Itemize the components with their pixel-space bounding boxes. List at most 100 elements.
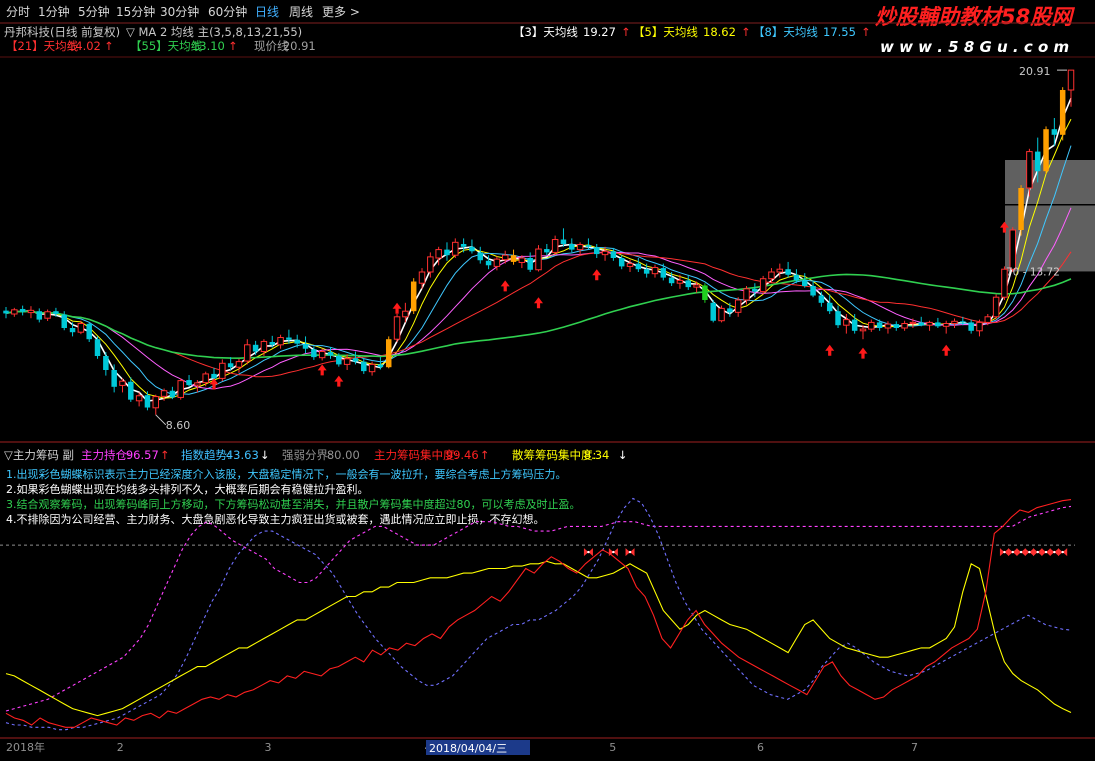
candle[interactable] xyxy=(768,268,775,284)
candle[interactable] xyxy=(302,336,309,354)
candle[interactable] xyxy=(202,371,209,387)
candle[interactable] xyxy=(651,264,659,278)
oscillator-panel[interactable] xyxy=(0,497,1075,731)
candle[interactable] xyxy=(385,336,392,369)
candle[interactable] xyxy=(593,244,600,258)
candle[interactable] xyxy=(1018,185,1024,236)
candlestick-panel[interactable]: 20.91 8.60 70 - 13.72 xyxy=(0,22,1095,739)
candle-body xyxy=(643,269,650,274)
candle-body xyxy=(593,247,600,255)
candle[interactable] xyxy=(36,308,43,323)
candle[interactable] xyxy=(444,242,450,261)
period-tab[interactable]: 1分钟 xyxy=(38,4,70,19)
candle[interactable] xyxy=(635,258,642,272)
candle[interactable] xyxy=(86,322,92,342)
candle-body xyxy=(668,277,675,284)
candle[interactable] xyxy=(103,352,109,376)
candle[interactable] xyxy=(610,247,617,261)
candle[interactable] xyxy=(802,273,808,288)
candle[interactable] xyxy=(169,386,176,400)
candle[interactable] xyxy=(576,242,584,256)
candle-body xyxy=(968,322,974,331)
candle[interactable] xyxy=(1059,87,1066,141)
candle[interactable] xyxy=(668,272,675,286)
chart-canvas[interactable]: 分时 1分钟 5分钟 15分钟 30分钟 60分钟 日线 周线 更多 > 炒股輔助教材58股网 … xyxy=(0,0,1095,757)
candle[interactable] xyxy=(734,297,742,317)
candle[interactable] xyxy=(1009,227,1017,272)
candle[interactable] xyxy=(177,378,184,400)
candle[interactable] xyxy=(393,314,401,342)
candle[interactable] xyxy=(144,391,151,411)
candle[interactable] xyxy=(535,245,542,272)
candle-body xyxy=(734,299,742,313)
chart-stage[interactable]: 分时 1分钟 5分钟 15分钟 30分钟 60分钟 日线 周线 更多 > 炒股輔助教材58股网 … xyxy=(0,0,1095,757)
candle[interactable] xyxy=(702,283,708,303)
candle[interactable] xyxy=(527,252,533,272)
candle[interactable] xyxy=(152,394,160,415)
candle[interactable] xyxy=(893,321,900,331)
candle-body xyxy=(551,239,559,253)
candle[interactable] xyxy=(11,307,18,317)
candle[interactable] xyxy=(868,319,875,332)
candle[interactable] xyxy=(327,347,334,359)
candle[interactable] xyxy=(551,235,559,256)
candle[interactable] xyxy=(992,294,1000,320)
candle[interactable] xyxy=(452,238,459,258)
candle[interactable] xyxy=(942,320,950,334)
period-tab[interactable]: 30分钟 xyxy=(160,4,199,19)
period-tab[interactable]: 15分钟 xyxy=(116,4,155,19)
candle[interactable] xyxy=(477,246,484,264)
up-arrow-icon: ↑ xyxy=(228,39,238,53)
candle[interactable] xyxy=(968,319,974,334)
candle[interactable] xyxy=(252,340,259,355)
candle[interactable] xyxy=(410,278,417,314)
candle[interactable] xyxy=(569,238,575,253)
candle-body xyxy=(935,322,941,327)
period-tab[interactable]: 60分钟 xyxy=(208,4,247,19)
period-tab[interactable]: 5分钟 xyxy=(78,4,110,19)
arrow-shape xyxy=(317,364,327,376)
candle[interactable] xyxy=(935,317,941,328)
candle[interactable] xyxy=(277,334,284,349)
candle[interactable] xyxy=(235,358,243,373)
candle-body xyxy=(835,311,841,326)
candle-body xyxy=(818,295,825,303)
candle[interactable] xyxy=(27,306,35,319)
candle[interactable] xyxy=(710,300,716,323)
candle[interactable] xyxy=(219,359,226,382)
candle[interactable] xyxy=(1043,126,1049,174)
candle[interactable] xyxy=(727,302,733,317)
candle[interactable] xyxy=(44,309,51,321)
candle[interactable] xyxy=(510,249,517,265)
candle[interactable] xyxy=(835,305,841,328)
candle-body xyxy=(1034,151,1041,172)
candle[interactable] xyxy=(361,358,367,374)
candle[interactable] xyxy=(244,339,251,365)
candle[interactable] xyxy=(685,274,692,290)
candle[interactable] xyxy=(19,305,26,316)
candle-body xyxy=(202,373,209,384)
candle[interactable] xyxy=(260,339,268,356)
candle[interactable] xyxy=(951,318,958,328)
candle[interactable] xyxy=(69,322,76,337)
candle[interactable] xyxy=(94,336,101,359)
candle[interactable] xyxy=(718,305,725,323)
candle[interactable] xyxy=(901,320,908,331)
candle[interactable] xyxy=(851,314,858,334)
candle[interactable] xyxy=(785,261,791,278)
candle[interactable] xyxy=(759,275,767,295)
candle[interactable] xyxy=(186,375,192,387)
candle[interactable] xyxy=(926,320,933,331)
candle[interactable] xyxy=(3,307,9,319)
oscillator-line xyxy=(5,499,1072,728)
candle[interactable] xyxy=(976,319,983,337)
candle[interactable] xyxy=(660,263,667,281)
candle[interactable] xyxy=(560,228,567,247)
period-tab[interactable]: 更多 > xyxy=(322,5,360,19)
period-tab[interactable]: 分时 xyxy=(6,5,30,19)
ma-legend-value: 17.55 xyxy=(823,25,856,39)
period-tab[interactable]: 周线 xyxy=(289,5,313,19)
oscillator-legend-value: 43.63 xyxy=(226,448,259,462)
period-tab[interactable]: 日线 xyxy=(255,5,279,19)
candle[interactable] xyxy=(1051,118,1058,146)
